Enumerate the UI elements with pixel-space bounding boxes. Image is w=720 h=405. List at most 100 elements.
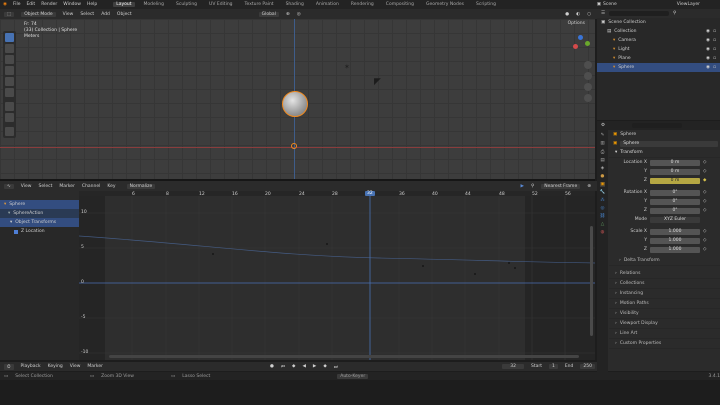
rotation-x-field[interactable]: 0° (650, 189, 700, 196)
outliner-row-light[interactable]: ▾ Light ◉ ▫ (597, 45, 720, 54)
keyframe-icon[interactable]: ◆ (703, 178, 706, 183)
snap-icon[interactable]: ⊕ (587, 184, 591, 189)
menu-render[interactable]: Render (41, 2, 57, 7)
location-y-field[interactable]: 0 m (650, 168, 700, 175)
panel-line-art[interactable]: › Line Art (609, 329, 720, 339)
menu-help[interactable]: Help (87, 2, 97, 7)
gizmo-z-icon[interactable] (578, 35, 583, 40)
camera-render-icon[interactable]: ▫ (713, 38, 716, 43)
scale-icon[interactable] (5, 77, 14, 86)
light-object-icon[interactable]: ✶ (344, 63, 350, 71)
editor-type-timeline-icon[interactable]: ⏱ (4, 363, 14, 370)
options-button[interactable]: Options (568, 21, 585, 26)
select-box-icon[interactable] (5, 33, 14, 42)
viewport-3d[interactable]: Fr: 74 (33) Collection | Sphere Meters O… (0, 19, 595, 179)
pan-icon[interactable] (584, 72, 592, 80)
panel-viewport-display[interactable]: › Viewport Display (609, 319, 720, 329)
object-tab-icon[interactable]: ▣ (600, 182, 605, 187)
workspace-tab-scripting[interactable]: Scripting (473, 2, 499, 7)
modifier-tab-icon[interactable]: 🔧 (600, 190, 606, 195)
transform-panel-header[interactable]: ▾ Transform (609, 148, 720, 158)
panel-relations[interactable]: › Relations (609, 269, 720, 279)
blender-logo-icon[interactable]: ◉ (3, 2, 7, 7)
menu-edit[interactable]: Edit (26, 2, 35, 7)
navigation-gizmo[interactable] (570, 35, 590, 55)
menu-marker[interactable]: Marker (87, 364, 103, 369)
menu-view[interactable]: View (63, 12, 74, 17)
add-cube-icon[interactable] (5, 127, 14, 136)
outliner-row-scene-collection[interactable]: ▣ Scene Collection (597, 18, 720, 27)
end-frame-field[interactable]: 250 (580, 364, 595, 369)
location-x-field[interactable]: 0 m (650, 159, 700, 166)
current-frame-field[interactable]: 32 (502, 364, 524, 369)
properties-search[interactable] (632, 123, 683, 128)
workspace-tab-layout[interactable]: Layout (113, 2, 135, 7)
cursor-icon[interactable] (5, 44, 14, 53)
menu-marker[interactable]: Marker (59, 184, 75, 189)
editor-type-graph-icon[interactable]: ∿ (4, 183, 14, 189)
eye-icon[interactable]: ◉ (706, 29, 710, 34)
record-icon[interactable]: ● (270, 364, 274, 369)
keyframe-icon[interactable]: ◇ (703, 229, 706, 234)
transform-orientation-selector[interactable]: Global (258, 11, 279, 17)
tool-tab-icon[interactable]: ✎ (601, 133, 605, 138)
transform-icon[interactable] (5, 88, 14, 97)
rotation-y-field[interactable]: 0° (650, 198, 700, 205)
workspace-tab-shading[interactable]: Shading (283, 2, 307, 7)
scene-tab-icon[interactable]: ◈ (601, 166, 604, 171)
workspace-tab-compositing[interactable]: Compositing (383, 2, 417, 7)
workspace-tab-geometry-nodes[interactable]: Geometry Nodes (423, 2, 467, 7)
eye-icon[interactable]: ◉ (706, 47, 710, 52)
panel-motion-paths[interactable]: › Motion Paths (609, 299, 720, 309)
horizontal-scrollbar[interactable] (109, 355, 579, 358)
perspective-toggle-icon[interactable] (584, 94, 592, 102)
shading-material-icon[interactable]: ◐ (576, 12, 580, 17)
keyframe-icon[interactable]: ◇ (703, 160, 706, 165)
play-icon[interactable]: ▶ (313, 364, 316, 369)
workspace-tab-modeling[interactable]: Modeling (141, 2, 167, 7)
outliner-row-camera[interactable]: ▾ Camera ◉ ▫ (597, 36, 720, 45)
workspace-tab-uv-editing[interactable]: UV Editing (206, 2, 235, 7)
move-icon[interactable] (5, 55, 14, 64)
channel-search[interactable] (0, 191, 79, 200)
workspace-tab-rendering[interactable]: Rendering (348, 2, 377, 7)
menu-window[interactable]: Window (63, 2, 81, 7)
camera-render-icon[interactable]: ▫ (713, 29, 716, 34)
channel-row[interactable]: Z Location (0, 227, 79, 236)
scene-selector[interactable]: Scene (603, 2, 617, 7)
keyframe-icon[interactable]: ◇ (703, 169, 706, 174)
physics-tab-icon[interactable]: ◎ (601, 206, 605, 211)
vertical-scrollbar[interactable] (590, 226, 593, 336)
filter-icon[interactable]: ⚲ (531, 184, 534, 189)
camera-render-icon[interactable]: ▫ (713, 47, 716, 52)
scale-y-field[interactable]: 1.000 (650, 237, 700, 244)
snap-icon[interactable]: ⊕ (286, 12, 290, 17)
proportional-edit-icon[interactable]: ◎ (297, 12, 301, 17)
outliner-search[interactable] (609, 11, 670, 16)
workspace-tab-sculpting[interactable]: Sculpting (173, 2, 200, 7)
shading-solid-icon[interactable]: ● (565, 12, 569, 17)
keyframe-icon[interactable]: ◇ (703, 199, 706, 204)
outliner-editor-icon[interactable]: ☰ (601, 11, 605, 16)
camera-render-icon[interactable]: ▫ (713, 56, 716, 61)
camera-render-icon[interactable]: ▫ (713, 65, 716, 70)
keyframe-icon[interactable]: ◇ (703, 208, 706, 213)
panel-visibility[interactable]: › Visibility (609, 309, 720, 319)
play-reverse-icon[interactable]: ◀ (302, 364, 305, 369)
gizmo-x-icon[interactable] (573, 44, 578, 49)
rotate-icon[interactable] (5, 66, 14, 75)
menu-key[interactable]: Key (107, 184, 115, 189)
keyframe-icon[interactable]: ◇ (703, 247, 706, 252)
zoom-icon[interactable] (584, 61, 592, 69)
camera-view-icon[interactable] (584, 83, 592, 91)
channel-row[interactable]: ▾ Object Transforms (0, 218, 79, 227)
jump-end-icon[interactable]: ⏭ (334, 364, 338, 370)
workspace-tab-texture-paint[interactable]: Texture Paint (242, 2, 277, 7)
menu-add[interactable]: Add (101, 12, 110, 17)
measure-icon[interactable] (5, 113, 14, 122)
next-key-icon[interactable]: ◆ (323, 364, 326, 369)
normalize-toggle[interactable]: Normalize (126, 183, 156, 189)
channel-row[interactable]: ▾ Sphere (0, 200, 79, 209)
world-tab-icon[interactable]: ● (601, 174, 605, 179)
rotation-z-field[interactable]: 0° (650, 207, 700, 214)
